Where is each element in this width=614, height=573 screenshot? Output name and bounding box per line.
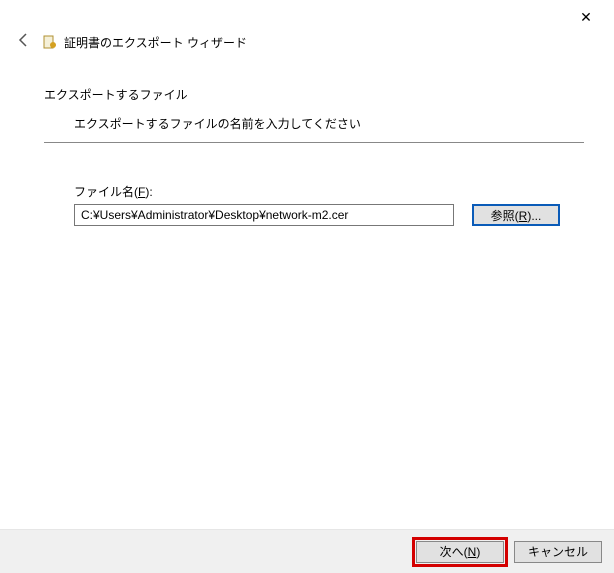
titlebar: ✕: [0, 0, 614, 34]
page-description-wrap: エクスポートするファイルの名前を入力してください: [44, 115, 584, 143]
page-description: エクスポートするファイルの名前を入力してください: [74, 115, 584, 132]
filename-field-group: ファイル名(F): 参照(R)...: [44, 143, 604, 226]
back-arrow-icon[interactable]: [12, 32, 36, 53]
next-suffix: ): [476, 545, 480, 559]
wizard-header: 証明書のエクスポート ウィザード: [0, 34, 614, 58]
browse-prefix: 参照(: [491, 209, 519, 223]
wizard-footer: 次へ(N) キャンセル: [0, 529, 614, 573]
filename-label-suffix: ):: [145, 185, 152, 199]
filename-label: ファイル名(F):: [74, 183, 604, 200]
page-heading: エクスポートするファイル: [44, 86, 604, 103]
certificate-wizard-icon: [42, 34, 58, 50]
filename-row: 参照(R)...: [74, 204, 604, 226]
wizard-content: エクスポートするファイル エクスポートするファイルの名前を入力してください ファ…: [0, 58, 614, 226]
browse-suffix: )...: [527, 209, 541, 223]
cancel-button[interactable]: キャンセル: [514, 541, 602, 563]
filename-label-prefix: ファイル名(: [74, 185, 138, 199]
wizard-title: 証明書のエクスポート ウィザード: [64, 34, 247, 51]
filename-input[interactable]: [74, 204, 454, 226]
next-button[interactable]: 次へ(N): [416, 541, 504, 563]
close-icon[interactable]: ✕: [566, 9, 606, 26]
next-prefix: 次へ(: [440, 545, 468, 559]
browse-button[interactable]: 参照(R)...: [472, 204, 560, 226]
